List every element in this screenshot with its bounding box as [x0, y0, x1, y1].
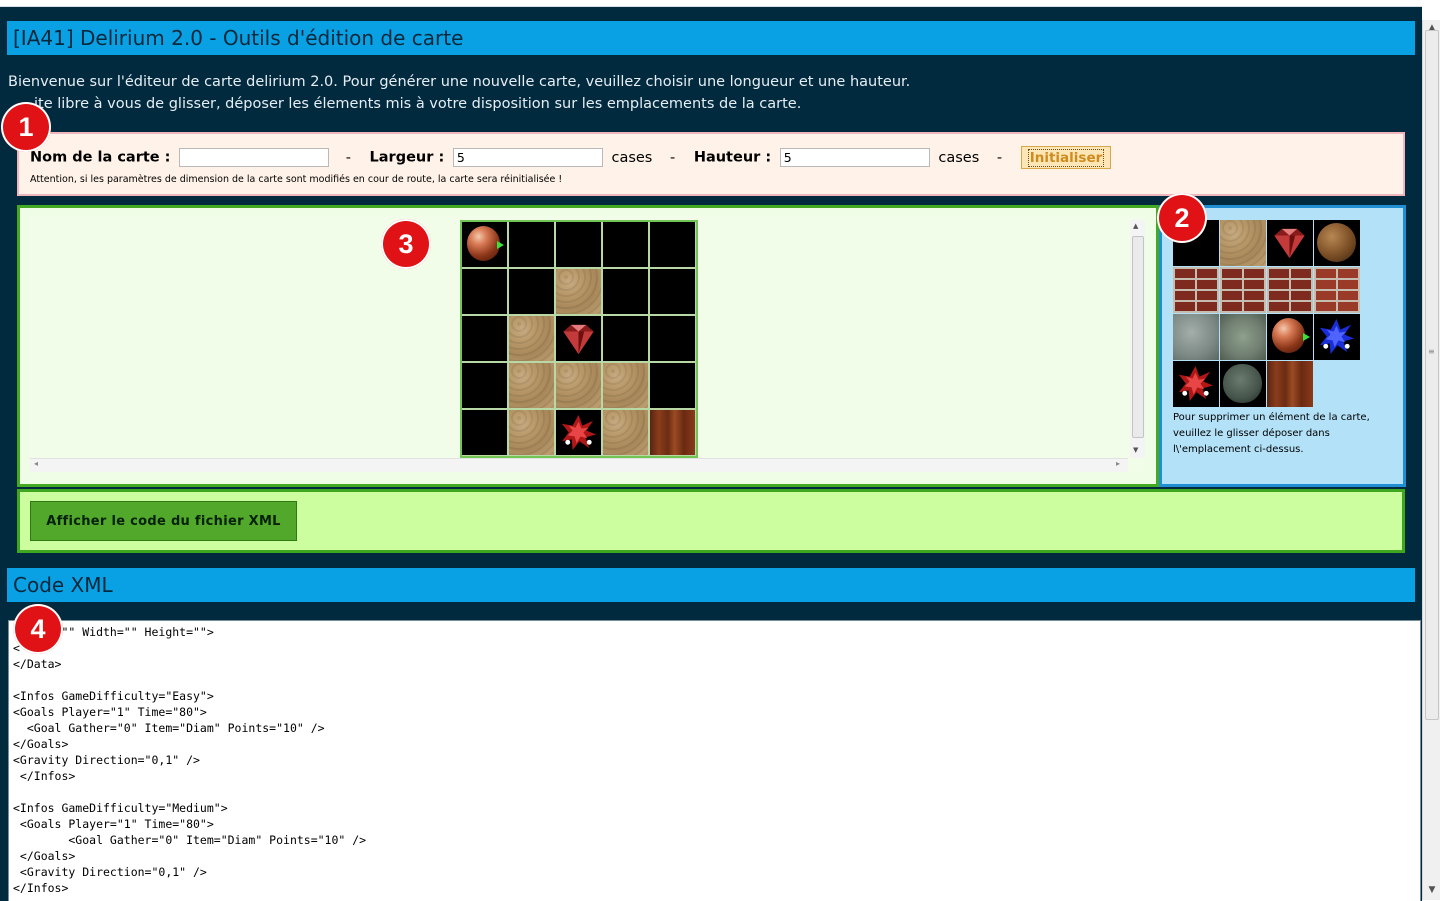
palette-mossy-stone-tile[interactable]: [1220, 314, 1266, 360]
empty-tile[interactable]: [462, 363, 507, 408]
separator: -: [996, 149, 1003, 166]
width-unit: cases: [611, 149, 653, 166]
empty-tile[interactable]: [556, 222, 601, 267]
direction-arrow-icon: [1303, 333, 1310, 341]
height-input[interactable]: [779, 148, 930, 167]
map-viewport: ▲ ▼ ◂ ▸: [30, 216, 1145, 472]
palette-blue-monster-tile[interactable]: [1314, 314, 1360, 360]
empty-tile[interactable]: [509, 269, 554, 314]
blue-monster-icon: [1319, 318, 1355, 355]
width-label: Largeur :: [369, 149, 445, 166]
intro-line-2: ite libre à vous de glisser, déposer les…: [34, 96, 802, 112]
palette-brick-wall-tile[interactable]: [1267, 267, 1313, 313]
map-name-input[interactable]: [179, 148, 330, 167]
empty-tile[interactable]: [462, 410, 507, 455]
scroll-down-icon[interactable]: ▼: [1133, 446, 1138, 454]
xml-code-textarea[interactable]: < me="" Width="" Height=""> < </Data> <I…: [8, 620, 1421, 901]
map-settings-form: Nom de la carte : - Largeur : cases - Ha…: [17, 132, 1405, 196]
palette-rock-tile[interactable]: [1314, 220, 1360, 266]
player-icon: [1272, 318, 1305, 353]
empty-tile[interactable]: [650, 269, 695, 314]
empty-tile[interactable]: [603, 269, 648, 314]
initialize-button[interactable]: Initialiser: [1020, 146, 1112, 169]
separator: -: [669, 149, 676, 166]
diamond-icon: [563, 324, 594, 355]
page-title: [IA41] Delirium 2.0 - Outils d'édition d…: [7, 21, 1415, 55]
show-xml-button[interactable]: Afficher le code du fichier XML: [30, 501, 297, 541]
annotation-badge-2: 2: [1157, 193, 1207, 243]
diamond-icon: [1274, 228, 1305, 259]
rock-icon: [1317, 223, 1356, 262]
scroll-right-icon[interactable]: ▸: [1116, 459, 1120, 468]
xml-actions-panel: Afficher le code du fichier XML: [17, 489, 1405, 553]
element-palette: [1173, 220, 1360, 407]
direction-arrow-icon: [497, 241, 504, 249]
palette-exit-door-tile[interactable]: [1267, 361, 1313, 407]
empty-tile[interactable]: [509, 222, 554, 267]
player-icon: [467, 226, 500, 261]
scroll-up-icon[interactable]: ▲: [1133, 222, 1138, 230]
dirt-tile[interactable]: [603, 363, 648, 408]
palette-red-monster-tile[interactable]: [1173, 361, 1219, 407]
empty-tile[interactable]: [650, 316, 695, 361]
palette-brick-wall-tile[interactable]: [1220, 267, 1266, 313]
palette-player-tile[interactable]: [1267, 314, 1313, 360]
width-input[interactable]: [452, 148, 603, 167]
palette-stone-wall-tile[interactable]: [1173, 314, 1219, 360]
intro-line-1: Bienvenue sur l'éditeur de carte deliriu…: [8, 74, 911, 90]
diamond-tile[interactable]: [556, 316, 601, 361]
scroll-grip-icon: ≡: [1428, 347, 1435, 356]
empty-tile[interactable]: [603, 222, 648, 267]
dirt-tile[interactable]: [556, 363, 601, 408]
dirt-tile[interactable]: [509, 410, 554, 455]
palette-delete-hint: Pour supprimer un élément de la carte, v…: [1173, 412, 1370, 455]
scroll-left-icon[interactable]: ◂: [34, 459, 38, 468]
player-tile[interactable]: [462, 222, 507, 267]
height-unit: cases: [938, 149, 980, 166]
element-palette-panel: Pour supprimer un élément de la carte, v…: [1159, 205, 1406, 487]
palette-boulder-tile[interactable]: [1220, 361, 1266, 407]
empty-tile[interactable]: [603, 316, 648, 361]
map-vertical-scroll-thumb[interactable]: [1132, 236, 1144, 438]
red-monster-icon: [1178, 365, 1214, 402]
palette-diamond-tile[interactable]: [1267, 220, 1313, 266]
form-row: Nom de la carte : - Largeur : cases - Ha…: [30, 146, 1112, 169]
intro-text: Bienvenue sur l'éditeur de carte deliriu…: [8, 71, 910, 115]
palette-brick-wall-tile[interactable]: [1314, 267, 1360, 313]
empty-tile[interactable]: [462, 269, 507, 314]
map-horizontal-scrollbar[interactable]: ◂ ▸: [30, 458, 1128, 472]
initialize-button-label: Initialiser: [1027, 148, 1105, 167]
map-editor-panel: ▲ ▼ ◂ ▸: [17, 205, 1159, 487]
red-monster-icon: [561, 414, 597, 451]
annotation-badge-1: 1: [1, 102, 51, 152]
palette-brick-wall-tile[interactable]: [1173, 267, 1219, 313]
name-label: Nom de la carte :: [30, 149, 171, 166]
separator: -: [345, 149, 351, 166]
boulder-icon: [1223, 364, 1262, 403]
xml-code-content: < me="" Width="" Height=""> < </Data> <I…: [13, 625, 367, 895]
dirt-tile[interactable]: [603, 410, 648, 455]
empty-tile[interactable]: [462, 316, 507, 361]
dirt-tile[interactable]: [556, 269, 601, 314]
empty-tile[interactable]: [650, 363, 695, 408]
exit-door-tile[interactable]: [650, 410, 695, 455]
dirt-tile[interactable]: [509, 363, 554, 408]
map-vertical-scrollbar[interactable]: ▲ ▼: [1130, 220, 1145, 458]
code-section-title: Code XML: [7, 568, 1415, 602]
resize-warning: Attention, si les paramètres de dimensio…: [30, 174, 563, 185]
page-scroll-thumb[interactable]: [1425, 30, 1439, 720]
annotation-badge-4: 4: [13, 604, 63, 654]
page: [IA41] Delirium 2.0 - Outils d'édition d…: [0, 6, 1422, 901]
red-monster-tile[interactable]: [556, 410, 601, 455]
page-scroll-down-icon[interactable]: ▼: [1423, 882, 1440, 898]
palette-dirt-tile[interactable]: [1220, 220, 1266, 266]
annotation-badge-3: 3: [381, 219, 431, 269]
page-vertical-scrollbar[interactable]: ▲ ≡ ▼: [1422, 20, 1440, 900]
height-label: Hauteur :: [693, 149, 772, 166]
dirt-tile[interactable]: [509, 316, 554, 361]
map-grid: [460, 220, 698, 458]
empty-tile[interactable]: [650, 222, 695, 267]
